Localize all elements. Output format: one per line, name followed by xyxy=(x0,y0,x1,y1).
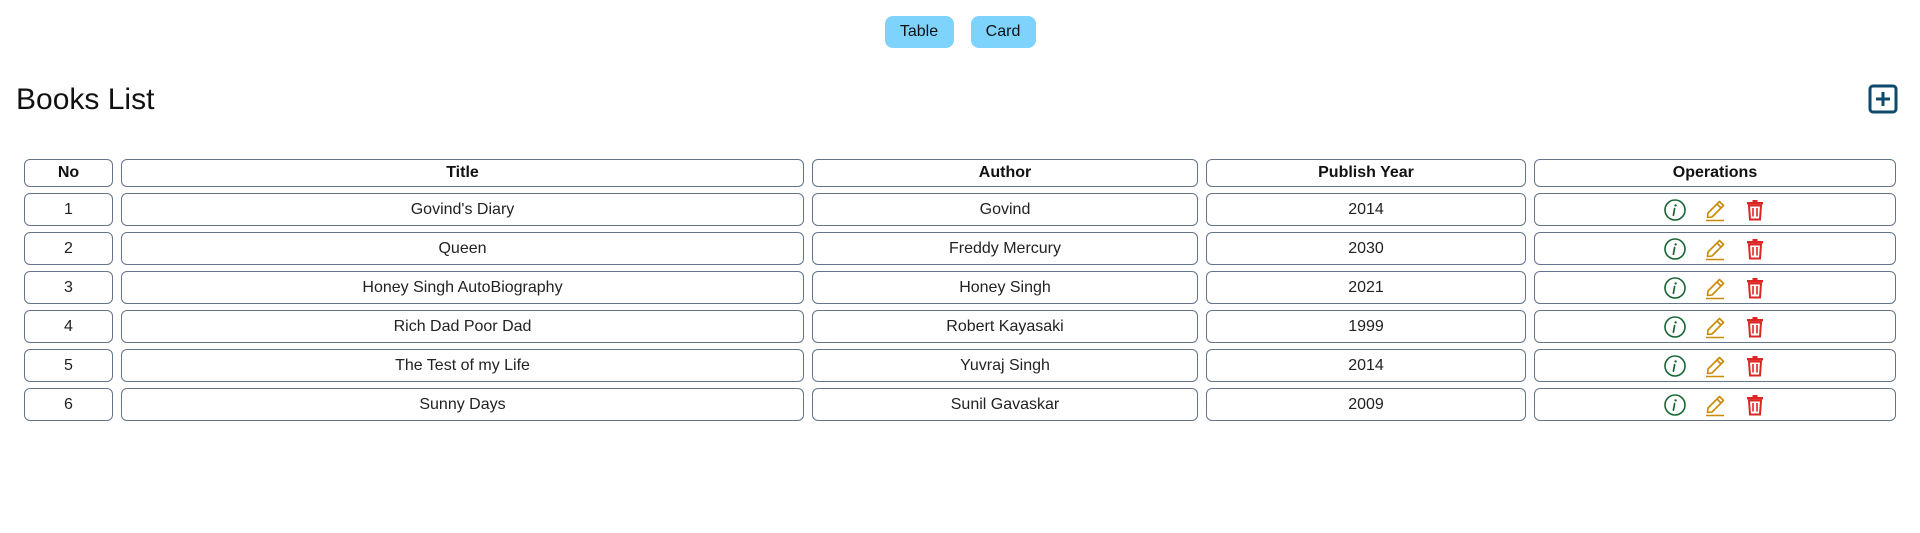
operations-group xyxy=(1535,194,1895,225)
info-circle-icon[interactable] xyxy=(1662,392,1688,418)
table-row: 2 Queen Freddy Mercury 2030 xyxy=(24,232,1896,265)
info-circle-icon[interactable] xyxy=(1662,197,1688,223)
cell-author: Freddy Mercury xyxy=(812,232,1198,265)
add-book-button[interactable] xyxy=(1868,84,1898,114)
cell-no: 5 xyxy=(24,349,113,382)
cell-publish-year: 2030 xyxy=(1206,232,1526,265)
cell-author: Yuvraj Singh xyxy=(812,349,1198,382)
info-circle-icon[interactable] xyxy=(1662,314,1688,340)
cell-operations xyxy=(1534,193,1896,226)
pencil-edit-icon[interactable] xyxy=(1702,314,1728,340)
cell-author: Honey Singh xyxy=(812,271,1198,304)
table-row: 4 Rich Dad Poor Dad Robert Kayasaki 1999 xyxy=(24,310,1896,343)
operations-group xyxy=(1535,311,1895,342)
cell-operations xyxy=(1534,310,1896,343)
info-circle-icon[interactable] xyxy=(1662,275,1688,301)
header-publish-year: Publish Year xyxy=(1206,159,1526,187)
cell-author: Robert Kayasaki xyxy=(812,310,1198,343)
table-row: 3 Honey Singh AutoBiography Honey Singh … xyxy=(24,271,1896,304)
cell-title: Sunny Days xyxy=(121,388,804,421)
view-toggle-bar: Table Card xyxy=(0,16,1920,48)
pencil-edit-icon[interactable] xyxy=(1702,353,1728,379)
header-operations: Operations xyxy=(1534,159,1896,187)
page-header: Books List xyxy=(16,80,1904,120)
operations-group xyxy=(1535,389,1895,420)
trash-delete-icon[interactable] xyxy=(1742,392,1768,418)
cell-no: 2 xyxy=(24,232,113,265)
operations-group xyxy=(1535,272,1895,303)
pencil-edit-icon[interactable] xyxy=(1702,236,1728,262)
cell-title: Govind's Diary xyxy=(121,193,804,226)
header-title: Title xyxy=(121,159,804,187)
cell-no: 1 xyxy=(24,193,113,226)
cell-publish-year: 2021 xyxy=(1206,271,1526,304)
table-view-button[interactable]: Table xyxy=(884,16,954,48)
cell-title: The Test of my Life xyxy=(121,349,804,382)
books-table: No Title Author Publish Year Operations … xyxy=(16,153,1904,427)
pencil-edit-icon[interactable] xyxy=(1702,392,1728,418)
table-row: 6 Sunny Days Sunil Gavaskar 2009 xyxy=(24,388,1896,421)
cell-publish-year: 2014 xyxy=(1206,349,1526,382)
cell-title: Queen xyxy=(121,232,804,265)
operations-group xyxy=(1535,350,1895,381)
table-row: 1 Govind's Diary Govind 2014 xyxy=(24,193,1896,226)
table-row: 5 The Test of my Life Yuvraj Singh 2014 xyxy=(24,349,1896,382)
operations-group xyxy=(1535,233,1895,264)
header-no: No xyxy=(24,159,113,187)
cell-publish-year: 2014 xyxy=(1206,193,1526,226)
pencil-edit-icon[interactable] xyxy=(1702,197,1728,223)
cell-publish-year: 2009 xyxy=(1206,388,1526,421)
plus-square-icon xyxy=(1868,84,1898,114)
trash-delete-icon[interactable] xyxy=(1742,353,1768,379)
cell-publish-year: 1999 xyxy=(1206,310,1526,343)
pencil-edit-icon[interactable] xyxy=(1702,275,1728,301)
cell-operations xyxy=(1534,349,1896,382)
cell-no: 3 xyxy=(24,271,113,304)
trash-delete-icon[interactable] xyxy=(1742,236,1768,262)
table-header-row: No Title Author Publish Year Operations xyxy=(24,159,1896,187)
cell-title: Rich Dad Poor Dad xyxy=(121,310,804,343)
cell-author: Govind xyxy=(812,193,1198,226)
cell-title: Honey Singh AutoBiography xyxy=(121,271,804,304)
info-circle-icon[interactable] xyxy=(1662,353,1688,379)
cell-operations xyxy=(1534,388,1896,421)
cell-no: 6 xyxy=(24,388,113,421)
info-circle-icon[interactable] xyxy=(1662,236,1688,262)
header-author: Author xyxy=(812,159,1198,187)
cell-no: 4 xyxy=(24,310,113,343)
cell-operations xyxy=(1534,271,1896,304)
cell-author: Sunil Gavaskar xyxy=(812,388,1198,421)
cell-operations xyxy=(1534,232,1896,265)
trash-delete-icon[interactable] xyxy=(1742,314,1768,340)
card-view-button[interactable]: Card xyxy=(970,16,1036,48)
books-table-body: 1 Govind's Diary Govind 2014 2 Queen Fre… xyxy=(24,193,1896,421)
trash-delete-icon[interactable] xyxy=(1742,275,1768,301)
trash-delete-icon[interactable] xyxy=(1742,197,1768,223)
page-title: Books List xyxy=(16,83,155,116)
